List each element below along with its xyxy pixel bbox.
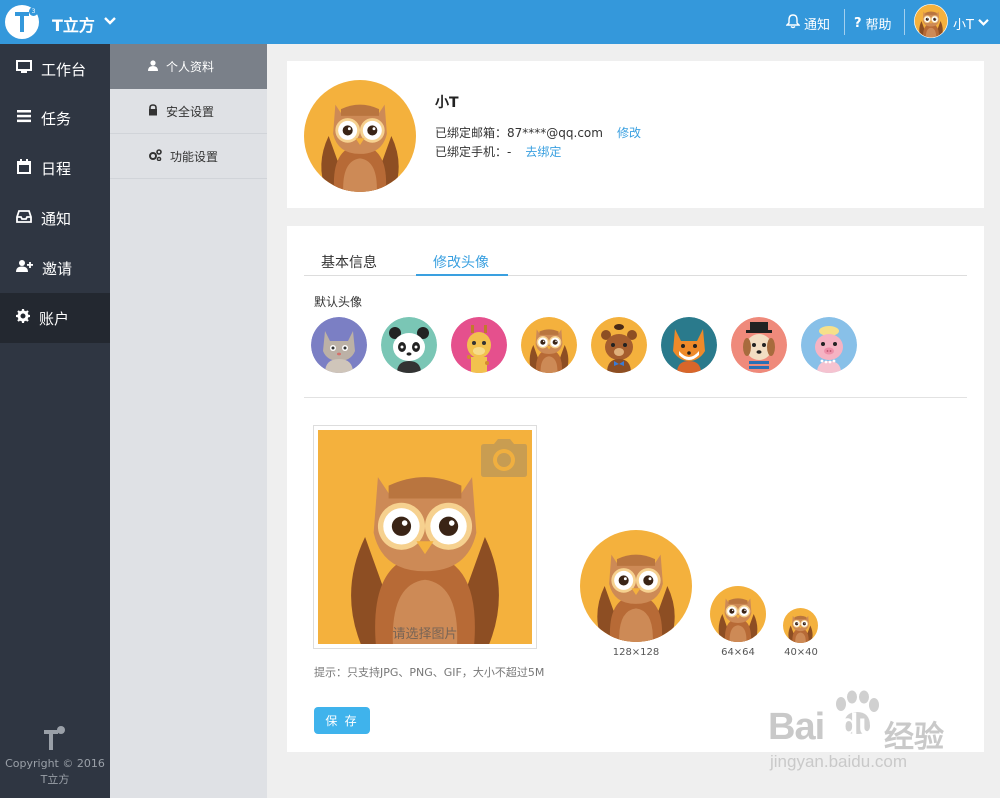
sidebar-item-label: 日程: [41, 159, 72, 178]
app-logo[interactable]: 3: [5, 5, 39, 39]
user-icon: [148, 59, 166, 74]
default-avatar-pig[interactable]: [801, 317, 857, 373]
brand-name[interactable]: T立方: [52, 12, 95, 36]
profile-name: 小T: [435, 95, 459, 111]
default-avatar-panda[interactable]: [381, 317, 437, 373]
user-menu[interactable]: 小T: [953, 14, 989, 33]
avatar[interactable]: [914, 4, 948, 38]
inbox-icon: [16, 209, 41, 227]
section-divider: [304, 397, 967, 398]
watermark-text-a: Bai: [768, 706, 825, 748]
sidebar-item-workbench[interactable]: 工作台: [0, 44, 110, 94]
bind-phone-link[interactable]: 去绑定: [525, 145, 561, 159]
sidebar-item-tasks[interactable]: 任务: [0, 93, 110, 143]
phone-row: 已绑定手机：- 去绑定: [435, 143, 561, 160]
help-button[interactable]: ? 帮助: [854, 14, 892, 33]
subnav-item-security[interactable]: 安全设置: [110, 89, 267, 134]
upload-hint: 提示：只支持JPG、PNG、GIF，大小不超过5M: [314, 666, 545, 679]
top-bar: 3 T立方 通知 ? 帮助 小T: [0, 0, 1000, 44]
copyright-text: Copyright © 2016: [5, 757, 105, 770]
profile-card: 小T 已绑定邮箱：87****@qq.com 修改 已绑定手机：- 去绑定: [287, 61, 984, 208]
default-avatar-fox[interactable]: [661, 317, 717, 373]
header-divider: [904, 9, 905, 35]
copyright: Copyright © 2016 T立方: [0, 756, 110, 788]
sidebar-item-invite[interactable]: 邀请: [0, 243, 110, 293]
tasks-icon: [16, 109, 41, 127]
preview-size-label: 40×40: [784, 647, 818, 658]
user-name: 小T: [953, 18, 974, 33]
preview-size-label: 128×128: [612, 647, 660, 658]
email-value: 87****@qq.com: [507, 126, 603, 140]
sidebar-item-account[interactable]: 账户: [0, 293, 110, 343]
default-avatar-giraffe[interactable]: [451, 317, 507, 373]
avatar-upload-area[interactable]: 请选择图片: [313, 425, 537, 649]
footer-logo-icon: [44, 726, 65, 750]
default-avatar-bear[interactable]: [591, 317, 647, 373]
user-add-icon: [16, 259, 42, 277]
sidebar-item-label: 邀请: [42, 259, 73, 278]
phone-label: 已绑定手机：: [435, 145, 508, 159]
sidebar-item-label: 账户: [39, 309, 70, 328]
sidebar-item-label: 任务: [41, 109, 72, 128]
avatar-card: 基本信息 修改头像 默认头像 请选择图片 提示：只支持JPG、PNG、GIF，大…: [287, 226, 984, 752]
default-avatars-label: 默认头像: [314, 295, 363, 309]
email-label: 已绑定邮箱：: [435, 126, 508, 140]
subnav-item-profile[interactable]: 个人资料: [110, 44, 267, 89]
lock-icon: [148, 103, 166, 119]
watermark-text-b: du: [840, 708, 877, 741]
gears-icon: [148, 148, 170, 164]
tab-basic-info[interactable]: 基本信息: [321, 252, 377, 272]
preview-40: [783, 608, 818, 643]
watermark-url: jingyan.baidu.com: [770, 752, 908, 771]
subnav-item-label: 安全设置: [166, 104, 215, 119]
subnav-item-features[interactable]: 功能设置: [110, 134, 267, 179]
sidebar-item-notify[interactable]: 通知: [0, 193, 110, 243]
preview-128: [580, 530, 692, 642]
sidebar-item-schedule[interactable]: 日程: [0, 143, 110, 193]
monitor-icon: [16, 60, 41, 78]
preview-64: [710, 586, 766, 642]
preview-size-label: 64×64: [721, 647, 755, 658]
chevron-down-icon: [978, 16, 989, 31]
subnav-item-label: 个人资料: [166, 60, 215, 74]
tab-active-indicator: [416, 274, 508, 276]
sidebar-item-label: 通知: [41, 209, 72, 228]
email-row: 已绑定邮箱：87****@qq.com 修改: [435, 124, 641, 141]
save-button[interactable]: 保 存: [314, 707, 370, 734]
watermark-text-cn: 经验: [884, 721, 944, 754]
phone-value: -: [507, 145, 512, 159]
copyright-brand: T立方: [40, 773, 70, 786]
subnav-item-label: 功能设置: [170, 149, 219, 164]
bell-icon: [785, 14, 801, 33]
sidebar-item-label: 工作台: [41, 60, 87, 79]
gear-icon: [16, 309, 39, 327]
header-divider: [844, 9, 845, 35]
camera-icon[interactable]: [480, 438, 528, 478]
account-subnav: 个人资料 安全设置 功能设置: [110, 44, 267, 798]
default-avatar-cat[interactable]: [311, 317, 367, 373]
sidebar: 工作台 任务 日程 通知 邀请 账户 Copyright © 2016 T立方: [0, 44, 110, 798]
chevron-down-icon[interactable]: [104, 15, 116, 29]
default-avatar-owl[interactable]: [521, 317, 577, 373]
profile-avatar: [304, 80, 416, 192]
notify-label: 通知: [804, 18, 831, 33]
edit-email-link[interactable]: 修改: [617, 126, 641, 140]
tabs-divider: [304, 275, 967, 276]
help-label: 帮助: [865, 18, 892, 33]
notify-button[interactable]: 通知: [785, 14, 831, 33]
question-icon: ?: [854, 16, 862, 31]
default-avatar-dog[interactable]: [731, 317, 787, 373]
calendar-icon: [16, 158, 41, 178]
upload-label: 请选择图片: [392, 627, 458, 642]
tab-change-avatar[interactable]: 修改头像: [433, 252, 489, 272]
